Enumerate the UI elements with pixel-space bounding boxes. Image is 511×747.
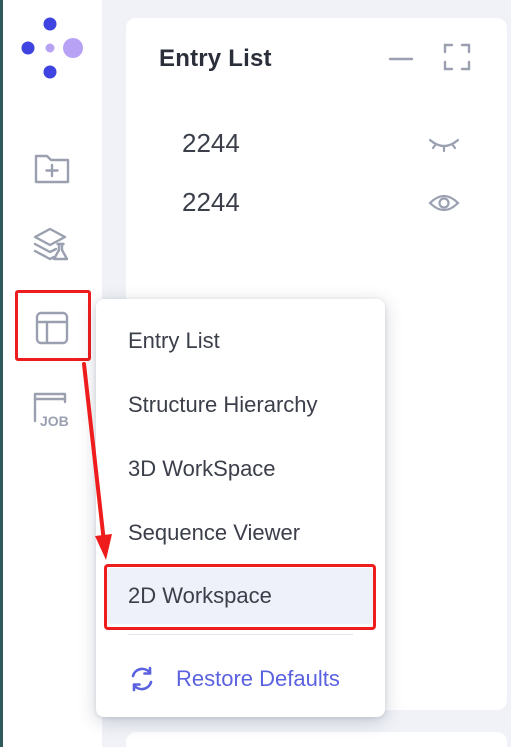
entry-label: 2244 bbox=[182, 187, 240, 217]
layout-dropdown-menu: Entry List Structure Hierarchy 3D WorkSp… bbox=[96, 299, 385, 717]
eye-closed-icon[interactable] bbox=[428, 132, 460, 156]
list-item[interactable]: 2244 bbox=[182, 126, 472, 162]
job-icon-label: JOB bbox=[40, 413, 69, 429]
menu-item-structure-hierarchy[interactable]: Structure Hierarchy bbox=[106, 377, 374, 433]
job-icon[interactable]: JOB bbox=[30, 388, 74, 432]
menu-item-sequence-viewer[interactable]: Sequence Viewer bbox=[106, 505, 374, 561]
menu-item-entry-list[interactable]: Entry List bbox=[106, 313, 374, 369]
eye-open-icon[interactable] bbox=[428, 191, 460, 215]
secondary-panel bbox=[126, 732, 507, 747]
panel-title: Entry List bbox=[159, 45, 272, 72]
sidebar-highlight-box bbox=[15, 290, 91, 361]
app-logo-icon[interactable] bbox=[19, 14, 91, 84]
maximize-icon[interactable] bbox=[442, 42, 472, 72]
restore-defaults-button[interactable]: Restore Defaults bbox=[128, 661, 340, 697]
layers-flask-icon[interactable] bbox=[30, 222, 74, 266]
minimize-icon[interactable] bbox=[388, 48, 414, 70]
restore-defaults-label: Restore Defaults bbox=[176, 666, 340, 691]
menu-item-3d-workspace[interactable]: 3D WorkSpace bbox=[106, 441, 374, 497]
list-item[interactable]: 2244 bbox=[182, 185, 472, 221]
folder-plus-icon[interactable] bbox=[30, 146, 74, 190]
entry-label: 2244 bbox=[182, 128, 240, 158]
menu-highlight-box bbox=[104, 564, 376, 630]
menu-divider bbox=[128, 634, 353, 635]
annotation-arrow bbox=[82, 362, 112, 560]
refresh-icon bbox=[131, 666, 153, 692]
